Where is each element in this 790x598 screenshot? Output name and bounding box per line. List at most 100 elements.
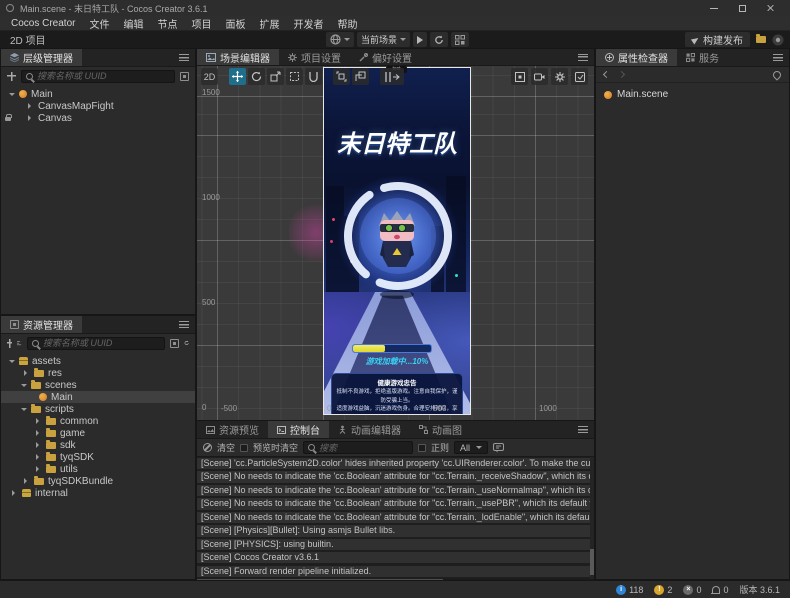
clear-console-icon[interactable]: [203, 443, 212, 452]
panel-menu-icon[interactable]: [578, 54, 588, 61]
mode-2d-button[interactable]: 2D: [201, 68, 218, 85]
tab-services[interactable]: 服务: [677, 49, 728, 66]
log-row[interactable]: [Scene] No needs to indicate the 'cc.Boo…: [197, 485, 594, 496]
menu-file[interactable]: 文件: [82, 16, 116, 30]
log-row[interactable]: [Scene] Forward render pipeline initiali…: [197, 566, 594, 577]
preview-target-button[interactable]: [326, 32, 354, 47]
log-filter-dropdown[interactable]: All: [454, 441, 488, 454]
chevron-down-icon[interactable]: [9, 93, 15, 99]
asset-row-assets[interactable]: assets: [1, 355, 195, 367]
panel-menu-icon[interactable]: [578, 426, 588, 433]
status-notifications[interactable]: 0: [712, 585, 728, 595]
scene-select[interactable]: 当前场景: [357, 32, 410, 47]
menu-extension[interactable]: 扩展: [252, 16, 286, 30]
menu-developer[interactable]: 开发者: [286, 16, 330, 30]
log-row[interactable]: [Scene] No needs to indicate the 'cc.Boo…: [197, 498, 594, 509]
log-detail-icon[interactable]: [493, 443, 504, 453]
scene-gear-button[interactable]: [551, 68, 568, 85]
close-button[interactable]: [756, 1, 784, 15]
console-search[interactable]: [303, 441, 413, 454]
inspector-selection[interactable]: Main.scene: [596, 83, 789, 106]
status-info[interactable]: i 118: [616, 585, 643, 595]
rotate-tool-button[interactable]: [248, 68, 265, 85]
scene-viewport[interactable]: 2D: [196, 66, 595, 420]
tab-preferences[interactable]: 偏好设置: [350, 49, 421, 65]
hierarchy-search[interactable]: [21, 70, 175, 83]
menu-project[interactable]: 项目: [184, 16, 218, 30]
chevron-down-icon[interactable]: [9, 360, 15, 366]
sort-icon[interactable]: [17, 339, 22, 348]
refresh-icon[interactable]: [184, 338, 189, 348]
open-project-folder-icon[interactable]: [756, 36, 766, 43]
log-row[interactable]: [Scene] No needs to indicate the 'cc.Boo…: [197, 512, 594, 523]
build-publish-button[interactable]: 构建发布: [685, 32, 750, 47]
status-errors[interactable]: × 0: [683, 585, 701, 595]
log-row[interactable]: [Scene] [PHYSICS]: using builtin.: [197, 539, 594, 550]
menu-edit[interactable]: 编辑: [116, 16, 150, 30]
step-button[interactable]: [430, 32, 448, 47]
asset-row-tyqsdkbundle[interactable]: tyqSDKBundle: [1, 475, 195, 487]
tab-inspector[interactable]: 属性检查器: [596, 49, 677, 66]
assets-search-input[interactable]: [43, 338, 160, 348]
lock-icon[interactable]: [5, 117, 11, 121]
menu-node[interactable]: 节点: [150, 16, 184, 30]
console-vertical-scrollbar[interactable]: [590, 457, 594, 579]
hierarchy-search-input[interactable]: [37, 71, 170, 81]
preview-layout-button[interactable]: [451, 32, 469, 47]
rect-tool-button[interactable]: [286, 68, 303, 85]
chevron-right-icon[interactable]: [24, 370, 30, 376]
log-row[interactable]: [Scene] Cocos Creator v3.6.1: [197, 552, 594, 563]
camera-settings-button[interactable]: [531, 68, 548, 85]
create-node-button[interactable]: [7, 72, 16, 81]
chevron-right-icon[interactable]: [36, 442, 42, 448]
tab-animation-editor[interactable]: 动画编辑器: [329, 421, 410, 438]
list-view-icon[interactable]: [170, 339, 179, 348]
log-row[interactable]: [Scene] No needs to indicate the 'cc.Boo…: [197, 471, 594, 482]
asset-row-scripts[interactable]: scripts: [1, 403, 195, 415]
creator-hub-icon[interactable]: [772, 34, 784, 46]
chevron-right-icon[interactable]: [28, 103, 34, 109]
chevron-right-icon[interactable]: [36, 430, 42, 436]
chevron-right-icon[interactable]: [28, 115, 34, 121]
chevron-right-icon[interactable]: [12, 490, 18, 496]
tab-hierarchy[interactable]: 层级管理器: [1, 49, 82, 66]
menu-cocos-creator[interactable]: Cocos Creator: [4, 16, 82, 30]
game-preview-canvas[interactable]: test 末日特工队: [323, 67, 471, 415]
menu-help[interactable]: 帮助: [330, 16, 364, 30]
chevron-right-icon[interactable]: [24, 478, 30, 484]
log-row[interactable]: [Scene] [Physics][Bullet]: Using asmjs B…: [197, 525, 594, 536]
capture-button[interactable]: [571, 68, 588, 85]
tree-row-canvasmapfight[interactable]: CanvasMapFight: [1, 100, 195, 112]
history-back-icon[interactable]: [603, 71, 610, 78]
history-forward-icon[interactable]: [618, 71, 625, 78]
clear-on-preview-checkbox[interactable]: [240, 444, 248, 452]
filter-list-icon[interactable]: [180, 72, 189, 81]
asset-row-utils[interactable]: utils: [1, 463, 195, 475]
console-log-list[interactable]: [Scene] 'cc.ParticleSystem2D.color' hide…: [197, 457, 594, 579]
menu-panel[interactable]: 面板: [218, 16, 252, 30]
chevron-down-icon[interactable]: [21, 408, 27, 414]
asset-row-tyqsdk[interactable]: tyqSDK: [1, 451, 195, 463]
scrollbar-thumb[interactable]: [590, 549, 594, 575]
tab-project-settings[interactable]: 项目设置: [279, 49, 350, 65]
asset-row-game[interactable]: game: [1, 427, 195, 439]
clear-console-label[interactable]: 清空: [217, 441, 235, 454]
asset-row-main-scene[interactable]: Main: [1, 391, 195, 403]
align-settings-button[interactable]: [352, 68, 369, 85]
create-asset-button[interactable]: [7, 339, 12, 348]
log-row[interactable]: [Scene] 'cc.ParticleSystem2D.color' hide…: [197, 458, 594, 469]
regex-checkbox[interactable]: [418, 444, 426, 452]
tree-row-canvas[interactable]: Canvas: [1, 112, 195, 124]
status-warnings[interactable]: ! 2: [654, 585, 672, 595]
scale-tool-button[interactable]: [267, 68, 284, 85]
play-button[interactable]: [413, 32, 427, 47]
panel-menu-icon[interactable]: [179, 321, 189, 328]
asset-row-common[interactable]: common: [1, 415, 195, 427]
pin-icon[interactable]: [771, 69, 782, 80]
minimize-button[interactable]: [700, 1, 728, 15]
tab-asset-preview[interactable]: 资源预览: [197, 421, 268, 438]
asset-row-scenes[interactable]: scenes: [1, 379, 195, 391]
panel-menu-icon[interactable]: [773, 54, 783, 61]
chevron-right-icon[interactable]: [36, 418, 42, 424]
anchor-tool-button[interactable]: [305, 68, 322, 85]
